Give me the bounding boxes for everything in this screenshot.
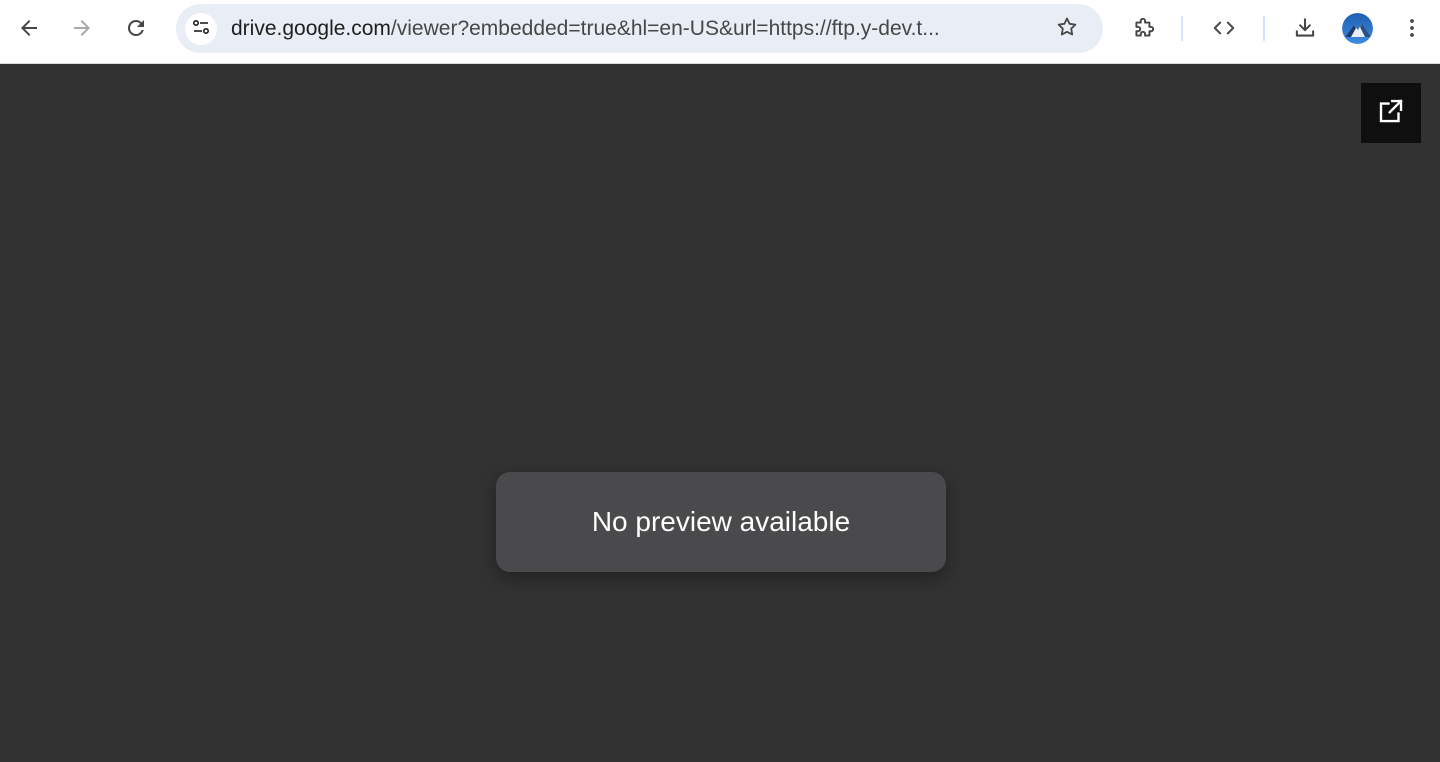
profile-avatar[interactable] [1342, 13, 1373, 44]
browser-toolbar: drive.google.com/viewer?embedded=true&hl… [0, 0, 1440, 64]
arrow-left-icon [17, 16, 41, 40]
download-icon [1292, 15, 1318, 41]
kebab-menu-icon [1400, 16, 1424, 40]
tune-icon [191, 17, 211, 42]
arrow-right-icon [70, 16, 94, 40]
bookmark-button[interactable] [1047, 9, 1087, 49]
puzzle-piece-icon [1131, 15, 1157, 41]
reload-button[interactable] [116, 8, 156, 48]
downloads-button[interactable] [1285, 8, 1325, 48]
open-in-new-icon [1376, 96, 1406, 131]
code-brackets-icon [1211, 15, 1237, 41]
site-info-button[interactable] [185, 13, 217, 45]
browser-menu-button[interactable] [1392, 8, 1432, 48]
no-preview-text: No preview available [591, 506, 851, 537]
url-path: /viewer?embedded=true&hl=en-US&url=https… [390, 17, 940, 40]
open-in-new-window-button[interactable] [1361, 83, 1421, 143]
no-preview-message: No preview available [496, 472, 946, 572]
back-button[interactable] [9, 8, 49, 48]
reload-icon [124, 16, 148, 40]
forward-button[interactable] [62, 8, 102, 48]
url-host: drive.google.com [231, 17, 391, 40]
document-viewer: No preview available [0, 64, 1440, 762]
extensions-button[interactable] [1124, 8, 1164, 48]
address-bar[interactable]: drive.google.com/viewer?embedded=true&hl… [176, 4, 1103, 53]
devtools-button[interactable] [1204, 8, 1244, 48]
toolbar-divider [1263, 16, 1265, 41]
star-outline-icon [1055, 15, 1079, 44]
toolbar-divider [1181, 16, 1183, 41]
url-text[interactable]: drive.google.com/viewer?embedded=true&hl… [231, 16, 1031, 42]
